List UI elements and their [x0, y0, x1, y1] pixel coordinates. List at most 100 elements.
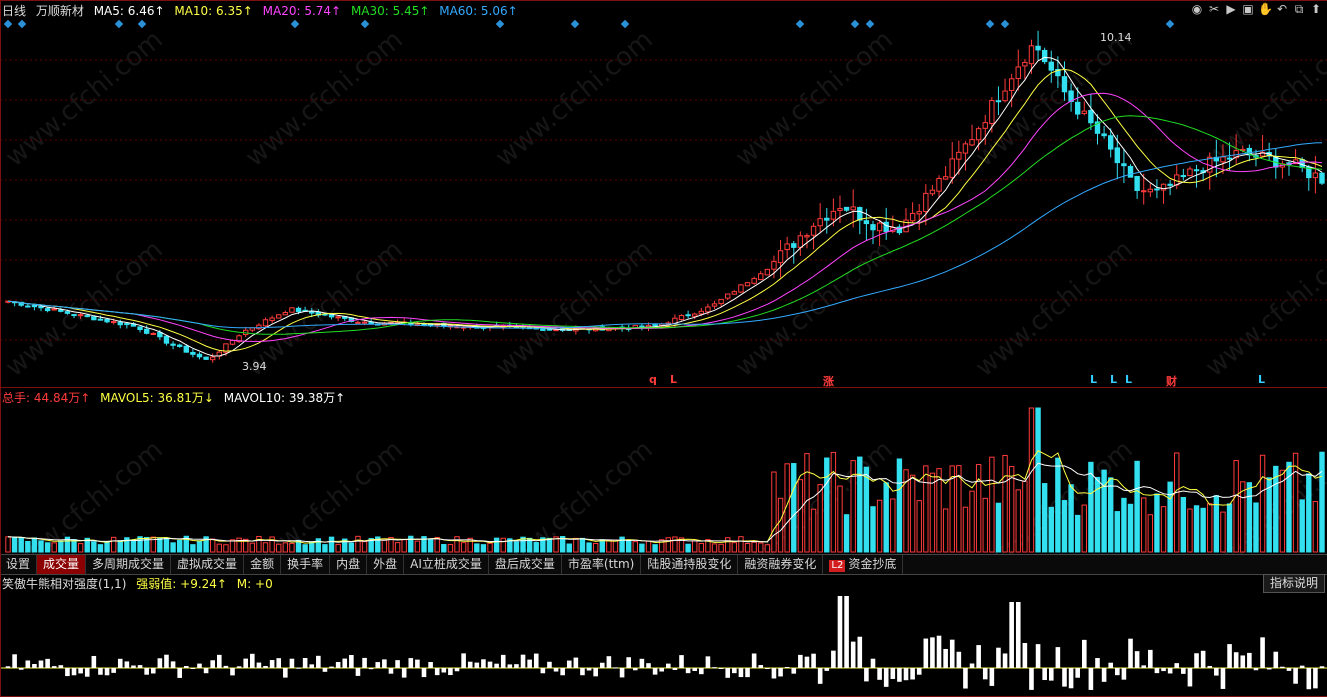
tab-fund-bottom[interactable]: L2 资金抄底 — [823, 555, 904, 574]
strength-bar — [428, 662, 433, 668]
signal-diamond — [3, 19, 13, 29]
candle-body — [936, 178, 942, 192]
candle-body — [1121, 163, 1127, 167]
volume-bar — [1226, 503, 1233, 553]
strength-bar — [956, 651, 962, 668]
strength-bar — [1055, 647, 1061, 668]
volume-bar — [692, 540, 698, 553]
strength-bar — [1306, 668, 1312, 690]
candle-body — [711, 303, 718, 307]
candle-body — [1220, 156, 1226, 163]
tab-pe-ttm[interactable]: 市盈率(ttm) — [562, 555, 642, 574]
strength-bar — [1141, 665, 1147, 668]
candle-body — [546, 328, 553, 331]
volume-bar — [573, 537, 579, 553]
strength-bar — [104, 668, 110, 676]
strength-bar — [817, 668, 823, 684]
strength-bar — [65, 668, 70, 677]
volume-bar — [876, 499, 883, 553]
strength-bar — [408, 658, 414, 668]
strength-bar — [1042, 668, 1047, 681]
candle-body — [1167, 183, 1173, 186]
candle-body — [31, 304, 38, 308]
signal-marker: L — [1258, 373, 1266, 386]
candle-body — [725, 293, 731, 299]
candle-body — [209, 356, 216, 361]
volume-bar — [1246, 482, 1253, 553]
strength-bar — [183, 666, 189, 668]
strength-bar — [157, 658, 163, 668]
volume-bar — [322, 544, 328, 553]
volume-bar — [599, 539, 605, 553]
volume-bar — [18, 537, 24, 553]
strength-bar — [124, 661, 130, 668]
tab-northbound-holdings[interactable]: 陆股通持股变化 — [641, 555, 739, 574]
strength-bar — [421, 668, 427, 678]
volume-bar — [909, 474, 916, 553]
volume-bar — [500, 537, 506, 553]
volume-bar — [883, 482, 889, 553]
tab-outer-volume[interactable]: 外盘 — [367, 555, 405, 574]
volume-bar — [890, 498, 896, 553]
strength-bar — [533, 653, 539, 668]
ma30-line — [7, 115, 1323, 335]
volume-bar — [104, 542, 110, 553]
candle-body — [876, 222, 883, 232]
tab-settings[interactable]: 设置 — [0, 555, 38, 574]
strength-bar — [481, 659, 486, 668]
strength-bar — [910, 668, 915, 680]
volume-bar — [777, 497, 784, 553]
volume-bar — [441, 544, 447, 553]
strength-bar — [1002, 653, 1008, 668]
candle-body — [678, 315, 685, 320]
strength-bar — [936, 635, 942, 668]
strength-bar — [51, 666, 57, 668]
tab-multi-period-volume[interactable]: 多周期成交量 — [86, 555, 172, 574]
volume-bar — [1114, 511, 1121, 553]
volume-chart[interactable] — [0, 388, 1327, 553]
volume-bar — [348, 542, 355, 553]
strength-bar — [705, 656, 711, 668]
strength-indicator-chart[interactable] — [0, 592, 1327, 696]
candle-body — [777, 250, 784, 264]
volume-bar — [936, 468, 942, 553]
low-price-label: 3.94 — [242, 360, 267, 373]
signal-diamond — [1165, 19, 1175, 29]
strength-bar — [1035, 644, 1041, 668]
tab-margin-trading[interactable]: 融资融券变化 — [738, 555, 824, 574]
tab-volume[interactable]: 成交量 — [37, 555, 87, 574]
strength-bar — [1260, 637, 1265, 668]
candlestick-chart[interactable] — [0, 0, 1327, 386]
strength-bar — [78, 668, 83, 674]
volume-bar — [1200, 507, 1206, 553]
strength-bar — [903, 668, 909, 681]
indicator-help-button[interactable]: 指标说明 — [1262, 574, 1325, 593]
volume-bar — [1108, 477, 1114, 553]
strength-bar — [1154, 668, 1160, 674]
strength-bar — [164, 654, 169, 668]
volume-bar — [117, 540, 123, 553]
volume-bar — [771, 471, 777, 553]
volume-bar — [1068, 484, 1074, 553]
strength-bar — [1181, 668, 1186, 674]
volume-bar — [196, 540, 203, 553]
strength-bar — [1015, 602, 1021, 668]
tab-ai-volume[interactable]: AI立桩成交量 — [404, 555, 489, 574]
tab-amount[interactable]: 金额 — [244, 555, 282, 574]
candle-body — [989, 100, 995, 124]
signal-marker: q — [649, 373, 657, 386]
strength-bar — [916, 668, 922, 675]
volume-bar — [335, 543, 341, 553]
tab-turnover-rate[interactable]: 换手率 — [281, 555, 331, 574]
volume-bar — [1273, 465, 1279, 553]
strength-bar — [1128, 638, 1133, 668]
tab-after-hours-volume[interactable]: 盘后成交量 — [489, 555, 562, 574]
candle-body — [1319, 172, 1325, 184]
volume-bar — [1253, 502, 1259, 553]
candle-body — [91, 316, 97, 321]
volume-bar — [1028, 407, 1035, 553]
tab-inner-volume[interactable]: 内盘 — [330, 555, 368, 574]
strength-bar — [395, 660, 400, 668]
strength-bar — [38, 660, 44, 668]
tab-virtual-volume[interactable]: 虚拟成交量 — [171, 555, 245, 574]
